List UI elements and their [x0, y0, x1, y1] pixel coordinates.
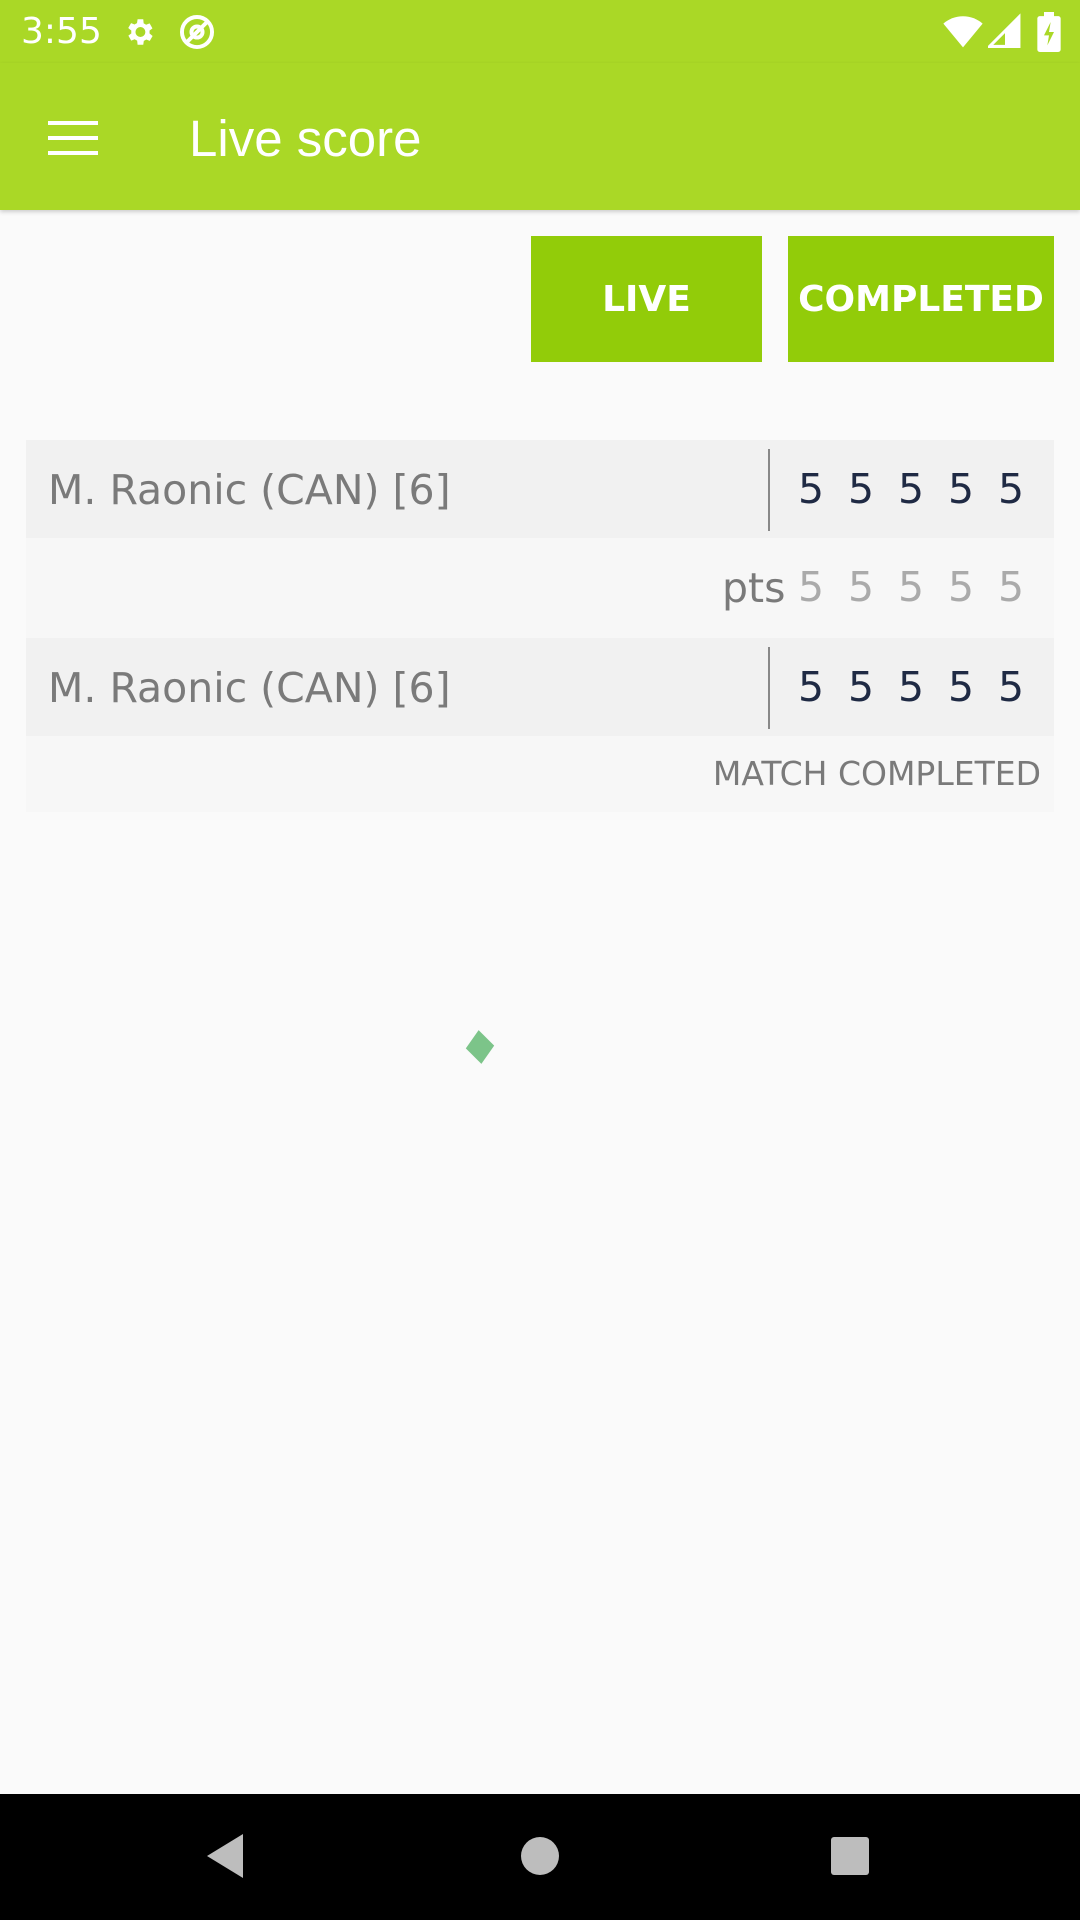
set-score: 5 [897, 465, 925, 513]
set-score: 5 [847, 663, 875, 711]
status-time: 3:55 [21, 11, 102, 52]
set-score: 5 [997, 465, 1025, 513]
at-sign-icon [178, 13, 216, 55]
home-button[interactable] [507, 1824, 573, 1890]
set-score: 5 [947, 663, 975, 711]
set-scores: 5 5 5 5 5 [796, 463, 1052, 515]
points-label: pts [722, 564, 786, 612]
loading-spinner-icon [465, 1030, 495, 1064]
player-row-1: M. Raonic (CAN) [6] 5 5 5 5 5 [26, 440, 1054, 538]
settings-icon [122, 15, 156, 53]
battery-icon [1037, 12, 1061, 56]
point-score: 5 [997, 563, 1025, 611]
set-score: 5 [947, 465, 975, 513]
signal-icon [985, 13, 1022, 53]
set-score: 5 [797, 663, 825, 711]
set-score: 5 [797, 465, 825, 513]
match-status: MATCH COMPLETED [712, 754, 1041, 793]
match-card[interactable]: M. Raonic (CAN) [6] 5 5 5 5 5 pts 5 5 5 … [26, 440, 1054, 812]
hamburger-menu-icon [48, 119, 98, 160]
point-score: 5 [897, 563, 925, 611]
home-circle-icon [518, 1834, 562, 1881]
navigation-bar [0, 1794, 1080, 1920]
status-bar: 3:55 [0, 0, 1080, 63]
divider [768, 449, 770, 531]
recents-button[interactable] [817, 1824, 883, 1890]
app-bar: Live score [0, 63, 1080, 210]
player-row-2: M. Raonic (CAN) [6] 5 5 5 5 5 [26, 638, 1054, 736]
tab-live[interactable]: LIVE [531, 236, 762, 362]
set-score: 5 [997, 663, 1025, 711]
point-scores: 5 5 5 5 5 [796, 561, 1052, 613]
match-status-row: MATCH COMPLETED [26, 736, 1054, 812]
point-score: 5 [797, 563, 825, 611]
wifi-icon [943, 13, 983, 53]
point-score: 5 [947, 563, 975, 611]
recents-square-icon [829, 1835, 871, 1880]
player-name: M. Raonic (CAN) [6] [48, 664, 451, 712]
tab-completed[interactable]: COMPLETED [788, 236, 1054, 362]
set-score: 5 [847, 465, 875, 513]
back-triangle-icon [203, 1832, 247, 1883]
back-button[interactable] [192, 1824, 258, 1890]
point-score: 5 [847, 563, 875, 611]
player-name: M. Raonic (CAN) [6] [48, 466, 451, 514]
page-title: Live score [189, 110, 422, 167]
divider [768, 647, 770, 729]
menu-button[interactable] [30, 109, 116, 169]
set-score: 5 [897, 663, 925, 711]
set-scores: 5 5 5 5 5 [796, 661, 1052, 713]
points-row: pts 5 5 5 5 5 [26, 538, 1054, 638]
